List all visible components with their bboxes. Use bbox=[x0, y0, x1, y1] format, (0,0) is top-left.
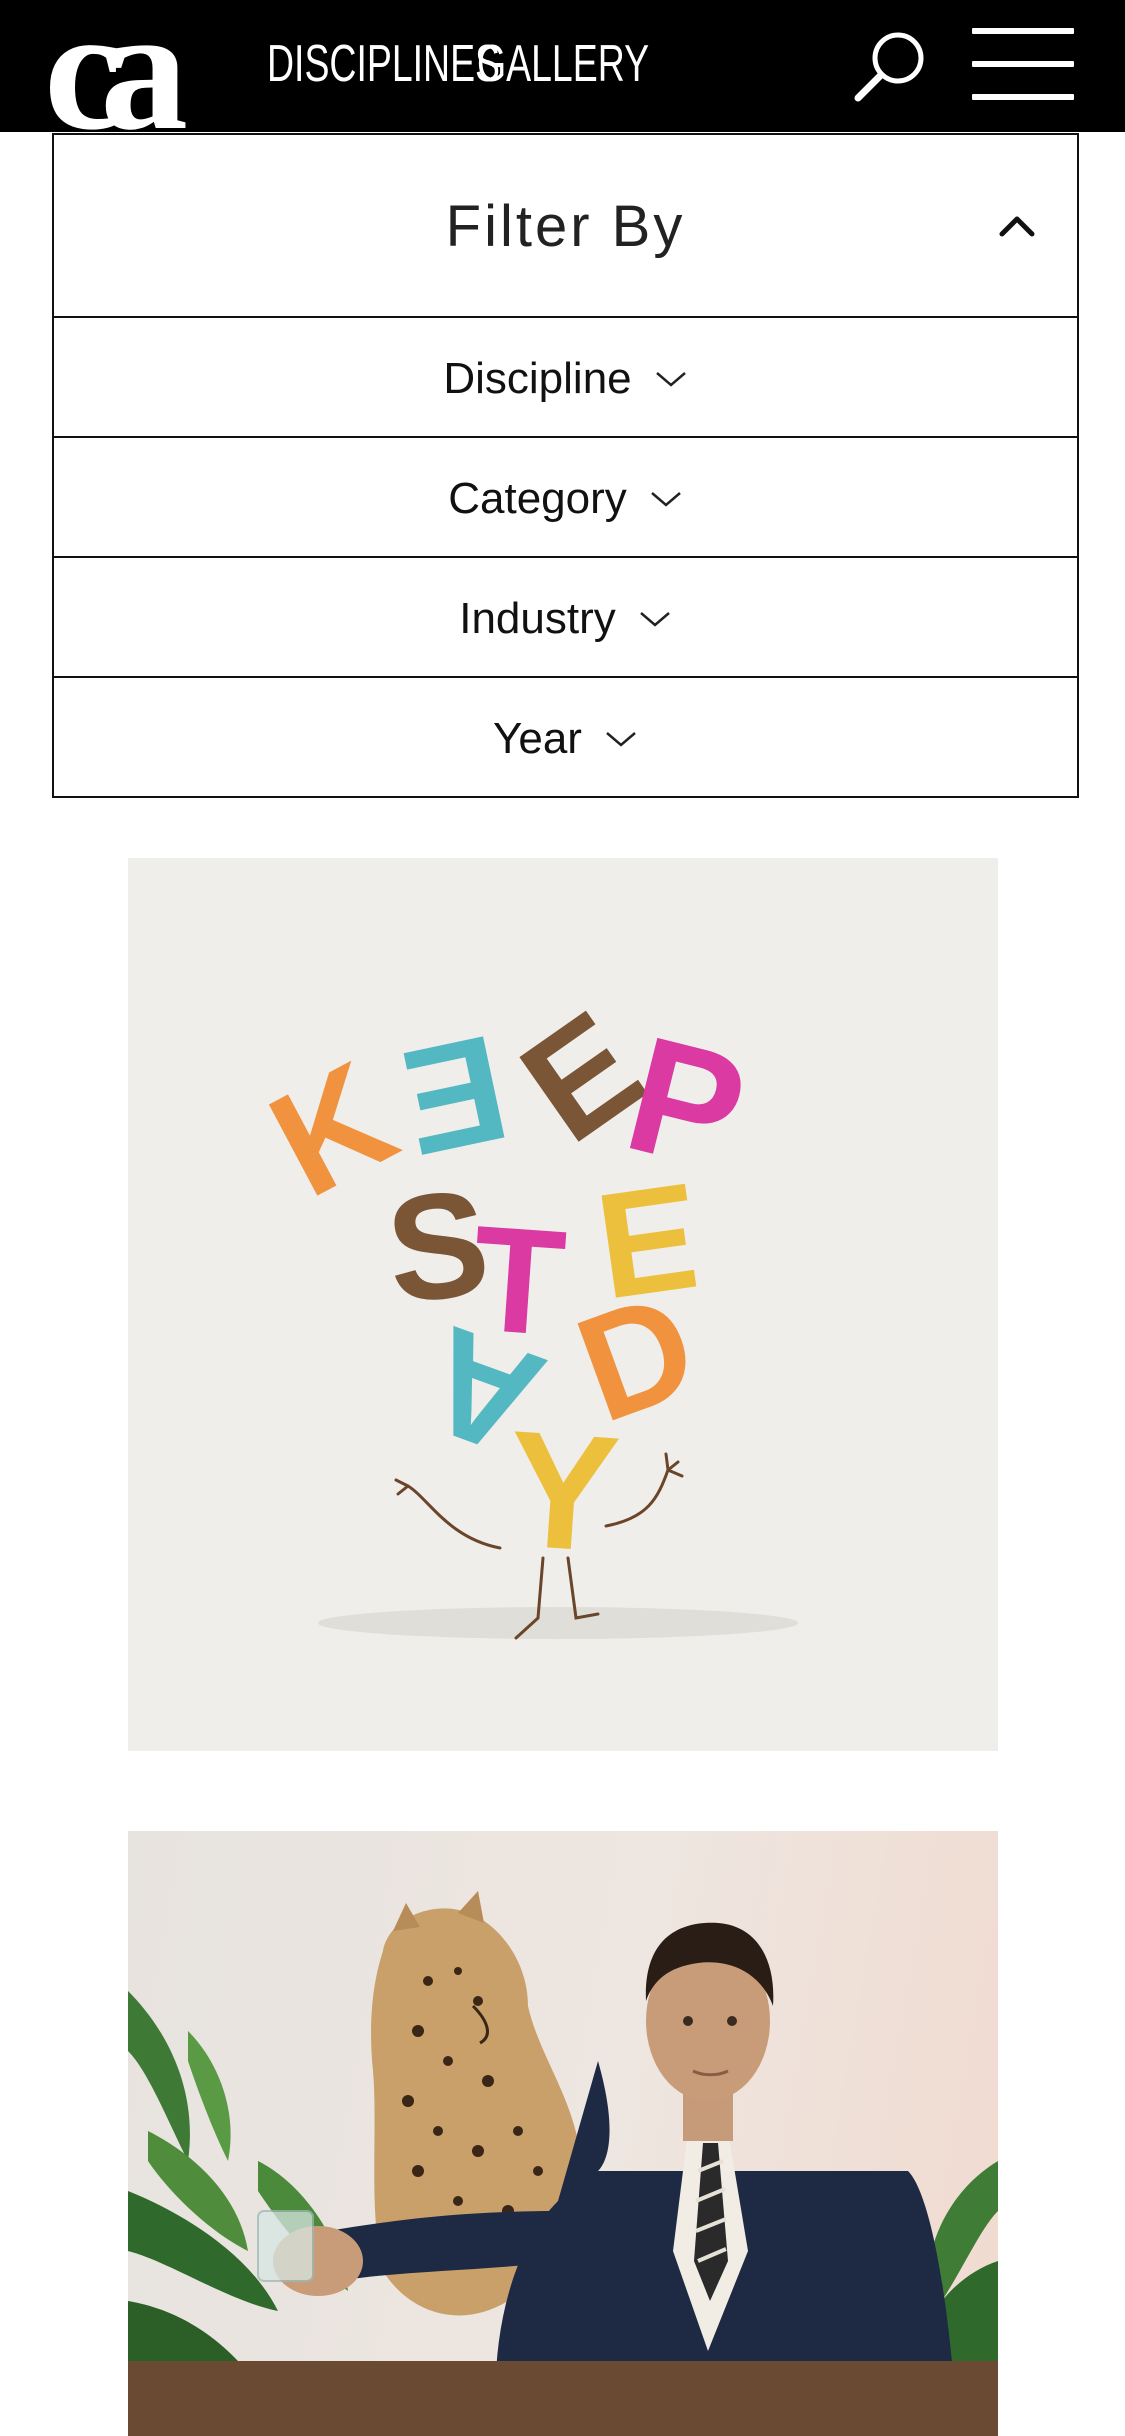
chevron-down-icon bbox=[606, 732, 636, 748]
nav-gallery-link[interactable]: GALLERY bbox=[477, 34, 649, 94]
gallery-item-portrait-leopard[interactable] bbox=[128, 1831, 998, 2436]
filter-category-label: Category bbox=[448, 474, 627, 523]
gallery-item-keep-steady[interactable]: K E E P S T E A D Y bbox=[128, 858, 998, 1751]
filter-industry-dropdown[interactable]: Industry bbox=[54, 558, 1077, 678]
hamburger-menu-icon[interactable] bbox=[972, 26, 1074, 102]
nav-disciplines-link[interactable]: DISCIPLINES bbox=[267, 34, 500, 94]
search-icon[interactable] bbox=[852, 26, 930, 104]
chevron-down-icon bbox=[650, 492, 681, 508]
logo-text: ca bbox=[48, 0, 186, 134]
portrait-leopard-illustration bbox=[128, 1891, 998, 2436]
svg-text:Y: Y bbox=[501, 1396, 624, 1587]
filter-discipline-dropdown[interactable]: Discipline bbox=[54, 318, 1077, 438]
chevron-down-icon bbox=[639, 612, 670, 628]
filter-panel: Filter By Discipline Category Industry Y… bbox=[52, 133, 1079, 798]
top-navigation-bar: ca DISCIPLINES GALLERY bbox=[0, 0, 1125, 134]
keep-steady-illustration: K E E P S T E A D Y bbox=[245, 979, 798, 1640]
ca-logo[interactable]: ca bbox=[48, 0, 218, 134]
filter-title: Filter By bbox=[445, 194, 686, 259]
filter-industry-label: Industry bbox=[459, 594, 616, 643]
filter-category-dropdown[interactable]: Category bbox=[54, 438, 1077, 558]
chevron-up-icon[interactable] bbox=[994, 207, 1040, 243]
filter-header[interactable]: Filter By bbox=[54, 135, 1077, 318]
chevron-down-icon bbox=[655, 372, 686, 388]
filter-year-label: Year bbox=[493, 714, 582, 763]
filter-discipline-label: Discipline bbox=[443, 354, 632, 403]
filter-year-dropdown[interactable]: Year bbox=[54, 678, 1077, 798]
